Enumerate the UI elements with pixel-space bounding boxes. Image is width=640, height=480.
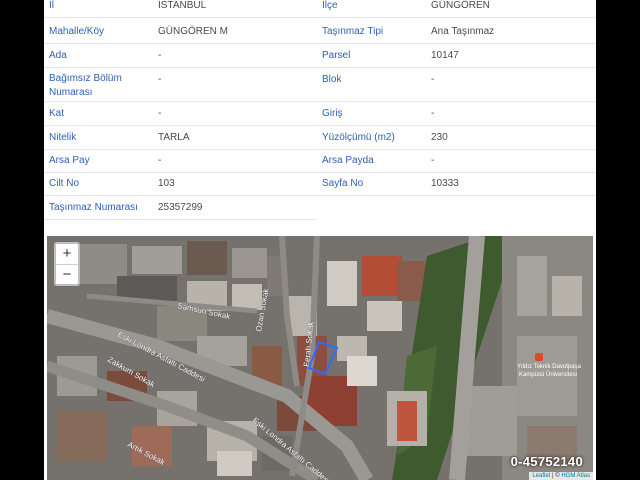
table-row: Nitelik TARLA Yüzölçümü (m2) 230 — [44, 126, 596, 150]
label-arsa-pay: Arsa Pay — [44, 149, 152, 173]
attribution-separator: | © — [550, 473, 562, 479]
label-mahalle: Mahalle/Köy — [44, 20, 152, 44]
label-tasinmaz-numarasi: Taşınmaz Numarası — [44, 196, 152, 220]
value-sayfa-no: 10333 — [426, 172, 596, 196]
label-il: İl — [44, 0, 152, 18]
label-giris: Giriş — [316, 102, 426, 126]
label-tasinmaz-tipi: Taşınmaz Tipi — [316, 20, 426, 44]
label-parsel: Parsel — [316, 44, 426, 68]
leaflet-link[interactable]: Leaflet — [532, 473, 550, 479]
table-row: Mahalle/Köy GÜNGÖREN M Taşınmaz Tipi Ana… — [44, 20, 596, 44]
label-bagimsiz-bolum: Bağımsız Bölüm Numarası — [44, 68, 152, 102]
property-details-panel: İl İSTANBUL İlçe GÜNGÖREN Mahalle/Köy GÜ… — [44, 0, 596, 480]
zoom-control: + − — [54, 242, 80, 286]
table-row: Ada - Parsel 10147 — [44, 44, 596, 68]
table-row: Taşınmaz Numarası 25357299 — [44, 196, 596, 220]
label-kat: Kat — [44, 102, 152, 126]
poi-label-line2: Kampüsü Üniversitesi — [519, 371, 577, 378]
label-ada: Ada — [44, 44, 152, 68]
value-tasinmaz-tipi: Ana Taşınmaz — [426, 20, 596, 44]
value-arsa-payda: - — [426, 149, 596, 173]
table-row: Cilt No 103 Sayfa No 10333 — [44, 172, 596, 196]
label-sayfa-no: Sayfa No — [316, 172, 426, 196]
label-blok: Blok — [316, 68, 426, 102]
label-arsa-payda: Arsa Payda — [316, 149, 426, 173]
hgm-atlas-link[interactable]: HGM Atlas — [561, 473, 590, 479]
table-row: Bağımsız Bölüm Numarası - Blok - — [44, 68, 596, 102]
right-margin — [596, 0, 640, 480]
value-cilt-no: 103 — [152, 172, 316, 196]
table-row: Kat - Giriş - — [44, 102, 596, 126]
label-yuzolcumu: Yüzölçümü (m2) — [316, 126, 426, 150]
value-nitelik: TARLA — [152, 126, 316, 150]
satellite-imagery: Samsun Sokak Ozan Sokak Ferah Sokak Eski… — [47, 236, 593, 480]
value-yuzolcumu: 230 — [426, 126, 596, 150]
value-ada: - — [152, 44, 316, 68]
value-kat: - — [152, 102, 316, 126]
poi-label-line1: Yıldız Teknik Davutpaşa — [517, 364, 582, 370]
zoom-in-button[interactable]: + — [56, 244, 78, 265]
value-blok: - — [426, 68, 596, 102]
zoom-out-button[interactable]: − — [56, 265, 78, 285]
empty-label-cell — [316, 196, 426, 220]
label-ilce: İlçe — [316, 0, 426, 18]
left-margin — [0, 0, 44, 480]
empty-value-cell — [426, 196, 596, 220]
parcel-map[interactable]: Samsun Sokak Ozan Sokak Ferah Sokak Eski… — [47, 236, 593, 480]
label-cilt-no: Cilt No — [44, 172, 152, 196]
table-row: İl İSTANBUL İlçe GÜNGÖREN — [44, 0, 596, 18]
value-bagimsiz-bolum: - — [152, 68, 316, 102]
value-arsa-pay: - — [152, 149, 316, 173]
label-nitelik: Nitelik — [44, 126, 152, 150]
table-row: Arsa Pay - Arsa Payda - — [44, 149, 596, 173]
value-tasinmaz-numarasi: 25357299 — [152, 196, 316, 220]
value-parsel: 10147 — [426, 44, 596, 68]
map-attribution: Leaflet | © HGM Atlas — [529, 472, 593, 480]
phone-number-overlay: 0-45752140 — [510, 454, 583, 469]
value-giris: - — [426, 102, 596, 126]
value-mahalle: GÜNGÖREN M — [152, 20, 316, 44]
value-ilce: GÜNGÖREN — [426, 0, 596, 18]
value-il: İSTANBUL — [152, 0, 316, 18]
